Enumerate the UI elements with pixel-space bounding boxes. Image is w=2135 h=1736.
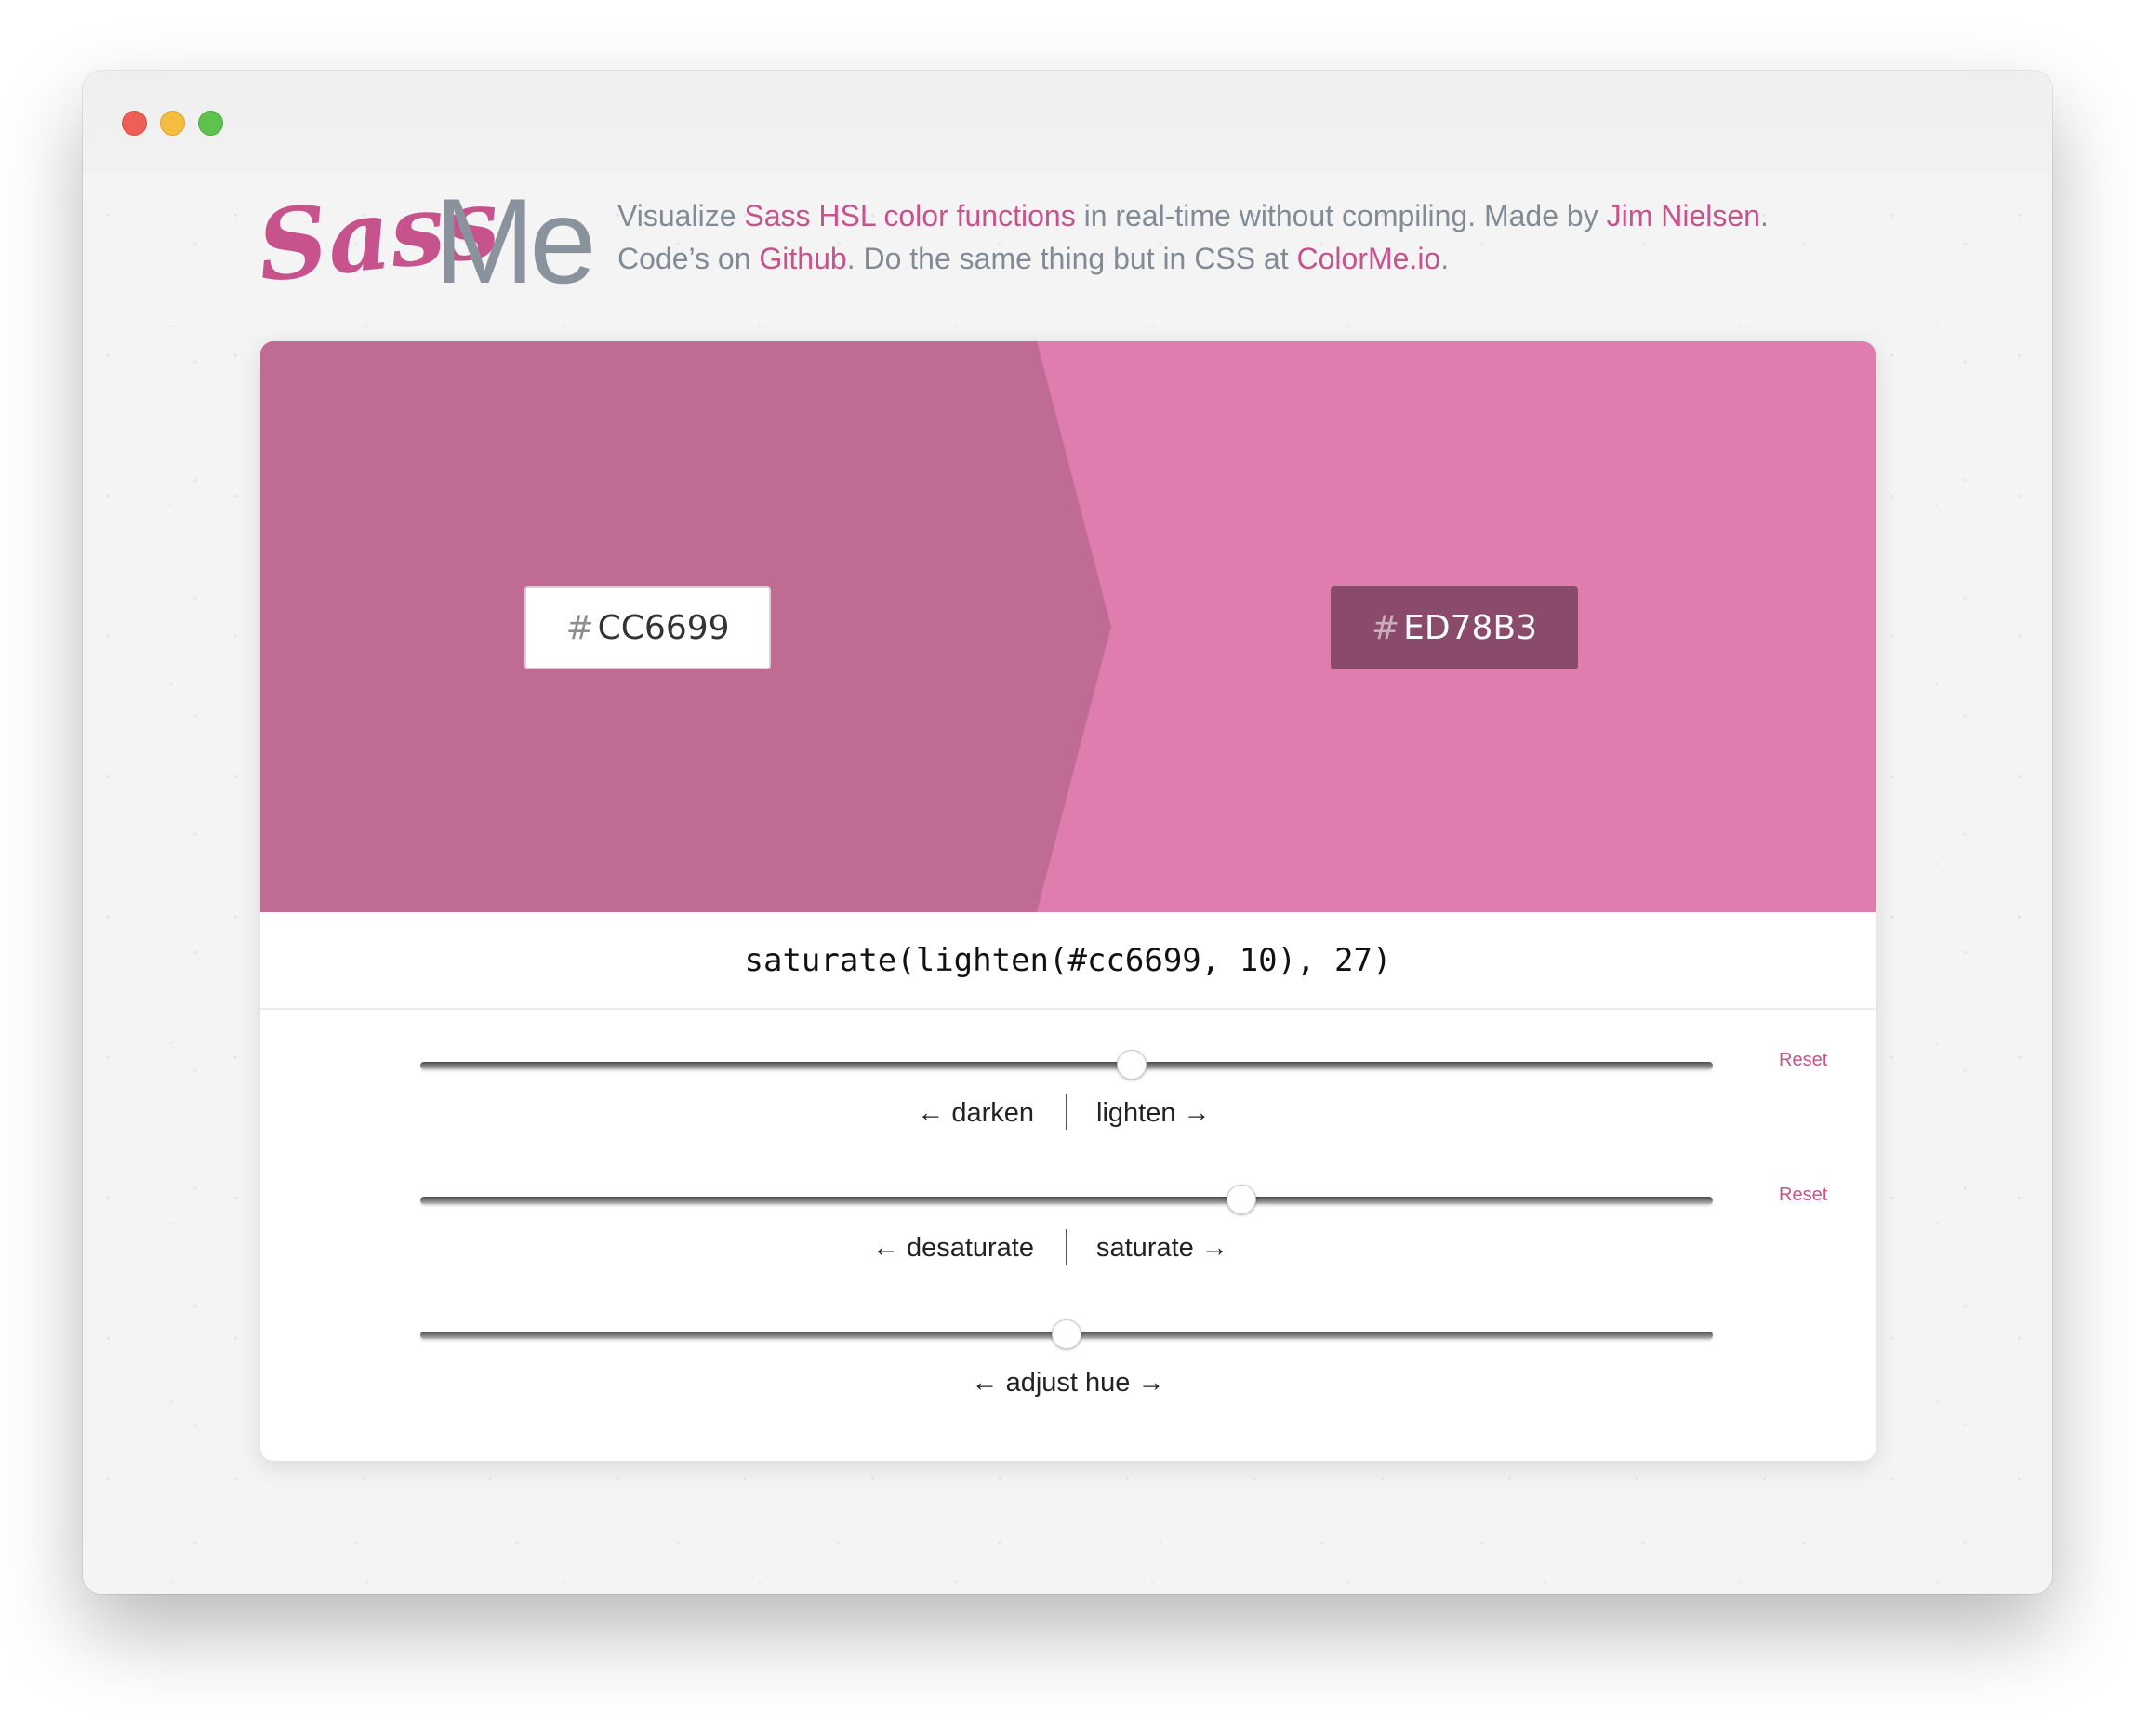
logo-me-text: Me (434, 173, 591, 309)
tagline-line-2: Code’s on Github. Do the same thing but … (617, 237, 1919, 280)
input-color-value: CC6699 (597, 608, 730, 647)
hue-slider-row: ← adjust hue → (260, 1290, 1876, 1420)
swatch-area: # CC6699 # ED78B3 (260, 341, 1876, 912)
sass-formula[interactable]: saturate(lighten(#cc6699, 10), 27) (260, 912, 1876, 1010)
title-bar (83, 71, 2052, 173)
sass-hsl-link[interactable]: Sass HSL color functions (744, 199, 1075, 232)
saturation-labels: ← desaturate saturate → (260, 1229, 1876, 1266)
lightness-labels: ← darken lighten → (260, 1094, 1876, 1132)
hue-slider-thumb[interactable] (1052, 1319, 1081, 1349)
saturation-reset-button[interactable]: Reset (1779, 1185, 1827, 1206)
tagline-line-1: Visualize Sass HSL color functions in re… (617, 194, 1919, 237)
lighten-label: lighten → (1096, 1098, 1211, 1128)
label-divider (1066, 1229, 1068, 1265)
tagline-text: . (1440, 242, 1450, 275)
hue-labels: ← adjust hue → (260, 1364, 1876, 1401)
zoom-window-button[interactable] (198, 111, 223, 136)
tagline-text: . (1759, 199, 1769, 232)
lightness-slider[interactable] (420, 1050, 1713, 1080)
sassme-logo[interactable]: Sass Me (259, 164, 613, 312)
output-color-value: ED78B3 (1403, 608, 1538, 647)
hash-symbol: # (565, 608, 594, 647)
adjust-hue-label: ← adjust hue → (971, 1368, 1165, 1398)
tagline-text: . Do the same thing but in CSS at (846, 242, 1297, 275)
lightness-slider-thumb[interactable] (1116, 1050, 1147, 1080)
desaturate-label: ← desaturate (871, 1233, 1034, 1263)
lightness-slider-row: Reset ← darken lighten → (260, 1020, 1876, 1150)
browser-window: Sass Me Visualize Sass HSL color functio… (83, 71, 2052, 1594)
tagline: Visualize Sass HSL color functions in re… (617, 194, 1919, 280)
hue-slider[interactable] (420, 1319, 1713, 1349)
input-color-field[interactable]: # CC6699 (524, 586, 771, 669)
saturation-slider[interactable] (420, 1185, 1713, 1214)
color-card: # CC6699 # ED78B3 saturate(lighten(#cc66… (260, 341, 1876, 1461)
close-window-button[interactable] (122, 111, 147, 136)
lightness-reset-button[interactable]: Reset (1779, 1050, 1827, 1071)
label-divider (1066, 1094, 1068, 1130)
saturation-slider-thumb[interactable] (1226, 1185, 1256, 1214)
saturate-label: saturate → (1096, 1233, 1228, 1263)
hash-symbol: # (1371, 608, 1400, 647)
colorme-link[interactable]: ColorMe.io (1297, 242, 1441, 275)
github-link[interactable]: Github (759, 242, 846, 275)
author-link[interactable]: Jim Nielsen (1607, 199, 1760, 232)
tagline-text: in real-time without compiling. Made by (1075, 199, 1607, 232)
output-color-value-box[interactable]: # ED78B3 (1331, 586, 1578, 669)
tagline-text: Code’s on (617, 242, 760, 275)
saturation-slider-row: Reset ← desaturate saturate → (260, 1155, 1876, 1285)
minimize-window-button[interactable] (160, 111, 185, 136)
tagline-text: Visualize (617, 199, 745, 232)
darken-label: ← darken (917, 1098, 1034, 1128)
